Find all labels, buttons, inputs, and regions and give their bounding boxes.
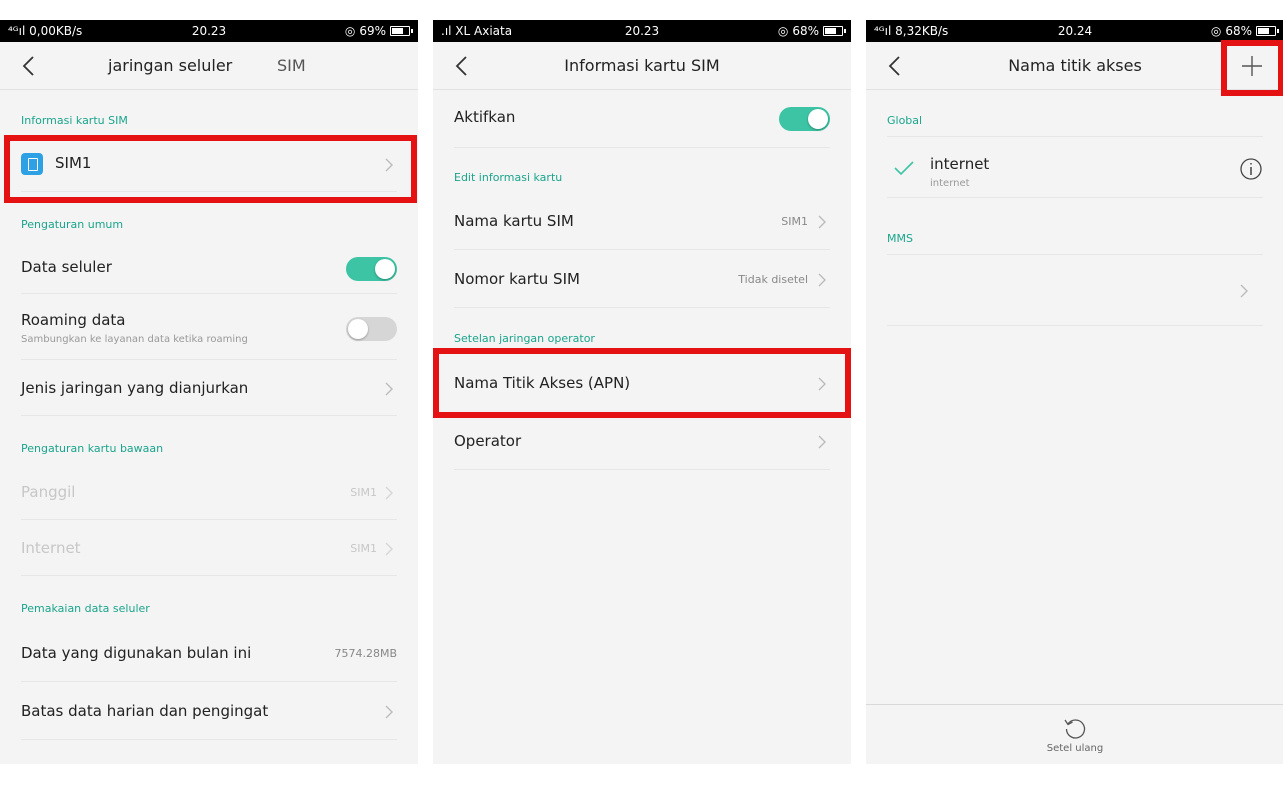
roaming-toggle[interactable] [346, 317, 397, 341]
panggil-value: SIM1 [350, 486, 377, 499]
aktifkan-row: Aktifkan [454, 90, 830, 148]
data-seluler-toggle[interactable] [346, 257, 397, 281]
nav-bar: Nama titik akses [866, 42, 1283, 90]
battery-icon [1256, 26, 1279, 36]
nav-bar: jaringan seluler SIM [0, 42, 418, 90]
panggil-row: Panggil SIM1 [21, 464, 397, 520]
apn-label: Nama Titik Akses (APN) [454, 374, 631, 392]
sim1-label: SIM1 [55, 154, 92, 172]
page-title: Informasi kartu SIM [564, 56, 720, 75]
sim-name-label: Nama kartu SIM [454, 212, 574, 230]
toggle-knob [808, 109, 828, 129]
data-limit-row[interactable]: Batas data harian dan pengingat [21, 682, 397, 740]
apn-item-name: internet [930, 155, 990, 173]
sim-name-row[interactable]: Nama kartu SIM SIM1 [454, 192, 830, 250]
chevron-right-icon [385, 542, 393, 556]
battery-icon [390, 26, 413, 36]
chevron-right-icon [385, 382, 393, 396]
chevron-right-icon [385, 705, 393, 719]
eye-icon: ◎ [777, 24, 789, 38]
eye-icon: ◎ [1210, 24, 1222, 38]
internet-row: Internet SIM1 [21, 520, 397, 576]
page-title: jaringan seluler [108, 56, 233, 75]
apn-item-sub: internet [930, 178, 970, 189]
usage-month-value: 7574.28MB [334, 647, 397, 660]
aktifkan-label: Aktifkan [454, 108, 516, 126]
section-global: Global [887, 114, 923, 127]
carrier-name: .ıl XL Axiata [441, 24, 513, 38]
battery-level: 68% [1225, 24, 1252, 38]
chevron-right-icon [385, 486, 393, 500]
apn-item-row[interactable]: internet internet [887, 136, 1263, 198]
data-limit-label: Batas data harian dan pengingat [21, 702, 269, 720]
section-general: Pengaturan umum [21, 218, 124, 231]
panggil-label: Panggil [21, 483, 76, 501]
status-bar: .ıl XL Axiata 20.23 ◎ 68% [433, 20, 851, 42]
aktifkan-toggle[interactable] [779, 107, 830, 131]
toggle-knob [375, 259, 395, 279]
battery-level: 69% [359, 24, 386, 38]
roaming-label: Roaming data [21, 311, 126, 329]
network-speed: ⁴ᴳıl 8,32KB/s [874, 24, 949, 38]
apn-row[interactable]: Nama Titik Akses (APN) [454, 354, 830, 414]
operator-label: Operator [454, 432, 522, 450]
screen-sim-info: .ıl XL Axiata 20.23 ◎ 68% Informasi kart… [433, 20, 851, 764]
chevron-right-icon [818, 215, 826, 229]
network-speed: ⁴ᴳıl 0,00KB/s [8, 24, 83, 38]
battery-icon [823, 26, 846, 36]
status-bar: ⁴ᴳıl 8,32KB/s 20.24 ◎ 68% [866, 20, 1283, 42]
sim1-row[interactable]: SIM1 [21, 138, 397, 192]
section-sim-info: Informasi kartu SIM [21, 114, 128, 127]
sim-number-label: Nomor kartu SIM [454, 270, 580, 288]
nav-bar: Informasi kartu SIM [433, 42, 851, 90]
sim-card-icon [21, 153, 43, 175]
roaming-sub: Sambungkan ke layanan data ketika roamin… [21, 334, 248, 345]
section-mms: MMS [887, 232, 913, 245]
page-title-sim: SIM [277, 56, 306, 75]
operator-row[interactable]: Operator [454, 414, 830, 470]
reset-icon[interactable] [1062, 715, 1088, 741]
chevron-right-icon [1240, 284, 1248, 298]
chevron-right-icon [818, 273, 826, 287]
plus-icon[interactable] [1240, 54, 1264, 78]
internet-label: Internet [21, 539, 81, 557]
network-pref-row[interactable]: Jenis jaringan yang dianjurkan [21, 360, 397, 416]
usage-month-label: Data yang digunakan bulan ini [21, 644, 252, 662]
section-data-usage: Pemakaian data seluler [21, 602, 150, 615]
bottom-bar: Setel ulang [866, 704, 1283, 764]
chevron-right-icon [818, 435, 826, 449]
network-pref-label: Jenis jaringan yang dianjurkan [21, 379, 249, 397]
sim-name-value: SIM1 [781, 215, 808, 228]
screen-access-point-names: ⁴ᴳıl 8,32KB/s 20.24 ◎ 68% Nama titik aks… [866, 20, 1283, 764]
section-edit-card: Edit informasi kartu [454, 171, 563, 184]
section-default-card: Pengaturan kartu bawaan [21, 442, 164, 455]
internet-value: SIM1 [350, 542, 377, 555]
sim-number-row[interactable]: Nomor kartu SIM Tidak disetel [454, 250, 830, 308]
back-icon[interactable] [18, 54, 42, 78]
toggle-knob [348, 319, 368, 339]
page-title: Nama titik akses [1008, 56, 1142, 75]
sim-number-value: Tidak disetel [738, 273, 808, 286]
info-icon[interactable] [1239, 157, 1263, 181]
data-seluler-label: Data seluler [21, 258, 112, 276]
chevron-right-icon [385, 158, 393, 172]
mms-row[interactable] [887, 254, 1263, 326]
data-seluler-row: Data seluler [21, 240, 397, 294]
reset-label: Setel ulang [1046, 743, 1104, 754]
chevron-right-icon [818, 377, 826, 391]
check-icon [894, 161, 914, 176]
section-operator-settings: Setelan jaringan operator [454, 332, 595, 345]
eye-icon: ◎ [344, 24, 356, 38]
battery-level: 68% [792, 24, 819, 38]
roaming-row: Roaming data Sambungkan ke layanan data … [21, 294, 397, 360]
usage-month-row[interactable]: Data yang digunakan bulan ini 7574.28MB [21, 624, 397, 682]
screen-mobile-network: ⁴ᴳıl 0,00KB/s 20.23 ◎ 69% jaringan selul… [0, 20, 418, 764]
status-bar: ⁴ᴳıl 0,00KB/s 20.23 ◎ 69% [0, 20, 418, 42]
